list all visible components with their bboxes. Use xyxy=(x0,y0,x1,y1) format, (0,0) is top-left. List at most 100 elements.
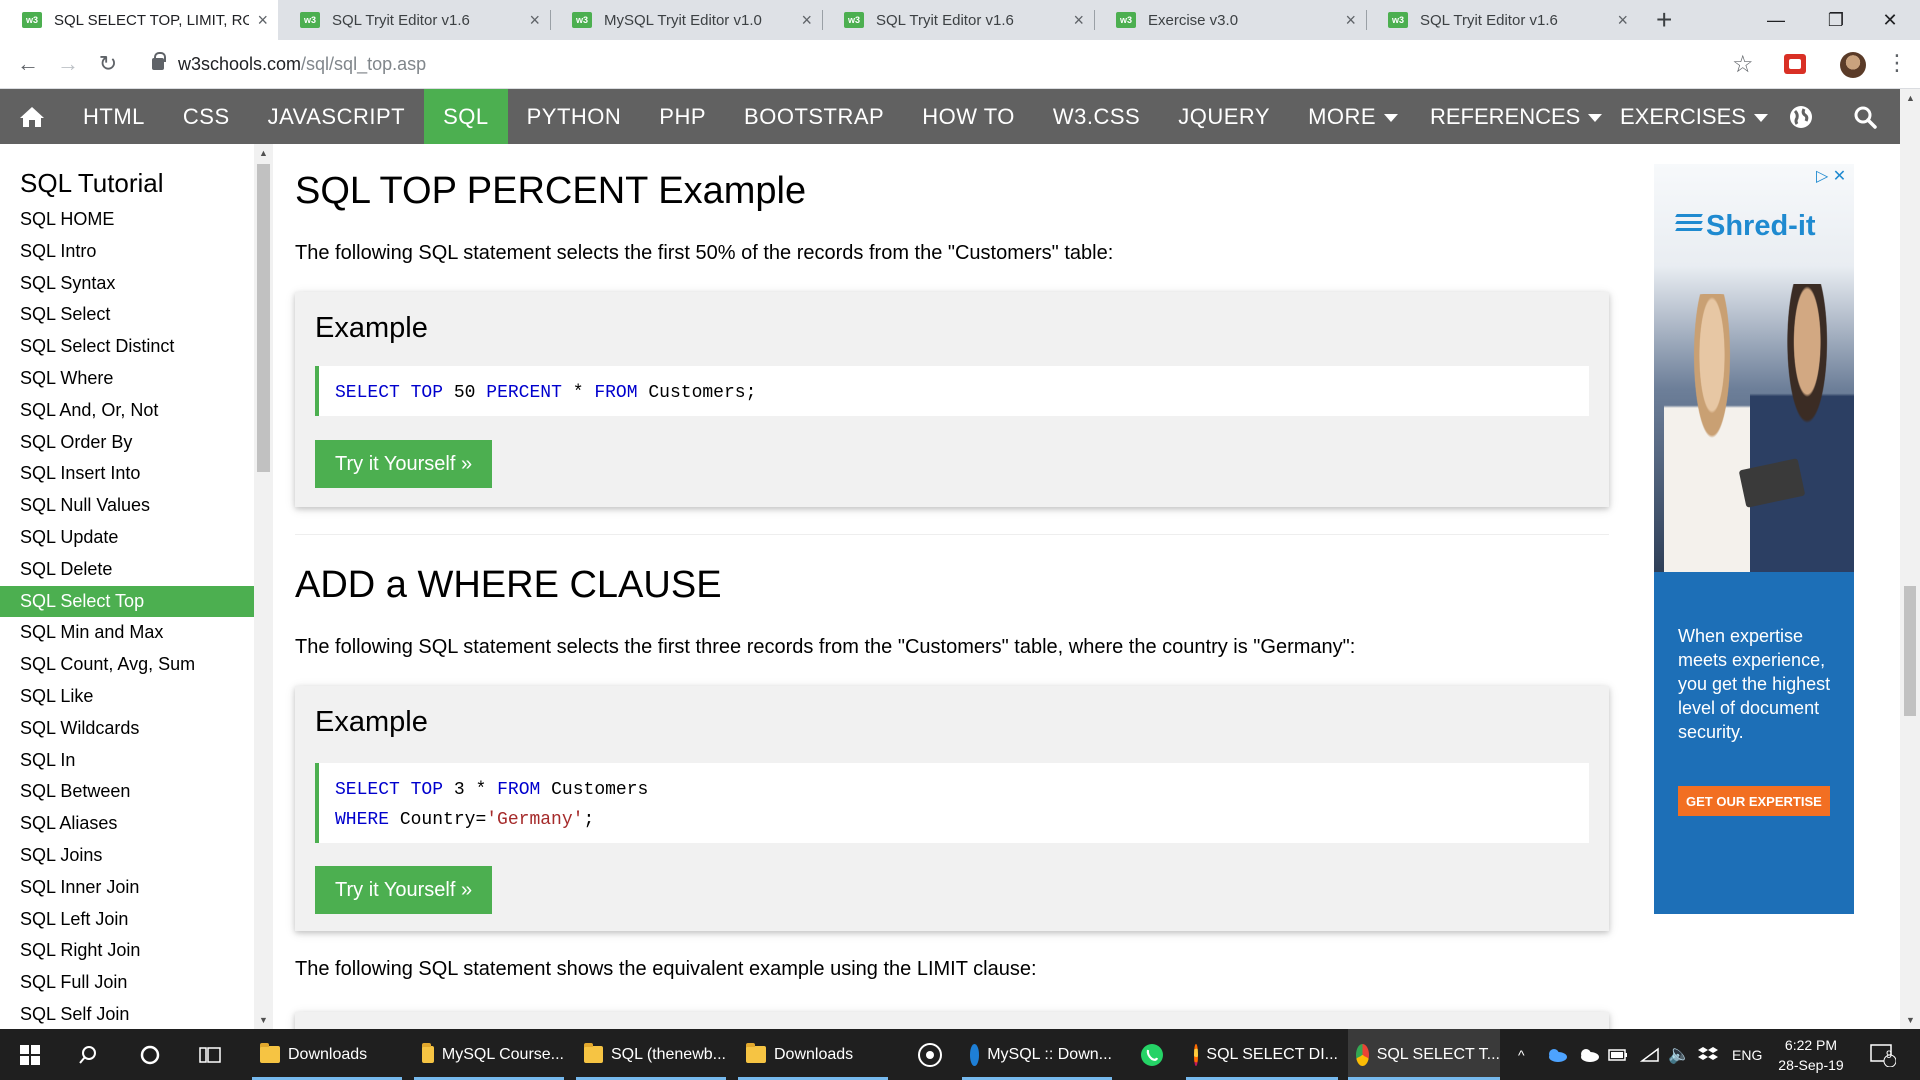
sidebar-item-sql-select-distinct[interactable]: SQL Select Distinct xyxy=(0,331,254,363)
sidebar-item-sql-right-join[interactable]: SQL Right Join xyxy=(0,935,254,967)
address-bar[interactable]: w3schools.com/sql/sql_top.asp xyxy=(140,45,1760,83)
nav-how-to[interactable]: HOW TO xyxy=(903,89,1034,144)
browser-tab[interactable]: w3 MySQL Tryit Editor v1.0 × xyxy=(550,0,822,40)
sidebar-scrollbar[interactable]: ▲ ▼ xyxy=(254,144,273,1029)
sidebar-item-sql-insert-into[interactable]: SQL Insert Into xyxy=(0,458,254,490)
sidebar-item-sql-select-top[interactable]: SQL Select Top xyxy=(0,585,254,618)
browser-tab[interactable]: w3 SQL Tryit Editor v1.6 × xyxy=(1366,0,1638,40)
taskbar-app-downloads[interactable]: Downloads xyxy=(252,1029,402,1080)
nav-more-dropdown[interactable]: MORE xyxy=(1289,89,1417,144)
sidebar-item-sql-min-and-max[interactable]: SQL Min and Max xyxy=(0,617,254,649)
cortana-icon[interactable] xyxy=(122,1029,178,1080)
browser-menu-icon[interactable]: ⋮ xyxy=(1886,50,1908,76)
browser-tab[interactable]: w3 SQL Tryit Editor v1.6 × xyxy=(278,0,550,40)
sidebar-item-sql-and-or-not[interactable]: SQL And, Or, Not xyxy=(0,395,254,427)
sidebar-item-sql-wildcards[interactable]: SQL Wildcards xyxy=(0,713,254,745)
browser-tab[interactable]: w3 SQL Tryit Editor v1.6 × xyxy=(822,0,1094,40)
minimize-window-icon[interactable]: — xyxy=(1746,0,1806,40)
new-tab-icon[interactable]: + xyxy=(1656,4,1672,36)
sidebar-item-sql-where[interactable]: SQL Where xyxy=(0,363,254,395)
try-it-yourself-button[interactable]: Try it Yourself » xyxy=(315,866,493,914)
sidebar-item-sql-intro[interactable]: SQL Intro xyxy=(0,236,254,268)
whatsapp-icon[interactable] xyxy=(1124,1029,1180,1080)
task-view-icon[interactable] xyxy=(182,1029,238,1080)
sidebar-item-sql-aliases[interactable]: SQL Aliases xyxy=(0,808,254,840)
sidebar-item-sql-left-join[interactable]: SQL Left Join xyxy=(0,904,254,936)
show-hidden-icons-icon[interactable]: ^ xyxy=(1518,1029,1525,1080)
nav-sql[interactable]: SQL xyxy=(424,89,508,144)
system-clock[interactable]: 6:22 PM 28-Sep-19 xyxy=(1768,1035,1854,1075)
nav-exercises-dropdown[interactable]: EXERCISES xyxy=(1620,89,1768,144)
scroll-down-arrow-icon[interactable]: ▼ xyxy=(1906,1015,1915,1025)
home-icon[interactable] xyxy=(0,89,64,144)
nav-python[interactable]: PYTHON xyxy=(508,89,641,144)
battery-icon[interactable] xyxy=(1608,1029,1628,1080)
sidebar-item-sql-home[interactable]: SQL HOME xyxy=(0,204,254,236)
nav-bootstrap[interactable]: BOOTSTRAP xyxy=(725,89,903,144)
browser-tab[interactable]: w3 Exercise v3.0 × xyxy=(1094,0,1366,40)
globe-icon[interactable] xyxy=(1789,89,1813,144)
try-it-yourself-button[interactable]: Try it Yourself » xyxy=(315,440,493,488)
scroll-up-arrow-icon[interactable]: ▲ xyxy=(259,148,268,158)
scroll-up-arrow-icon[interactable]: ▲ xyxy=(1906,93,1915,103)
sidebar-item-sql-syntax[interactable]: SQL Syntax xyxy=(0,268,254,300)
nav-php[interactable]: PHP xyxy=(640,89,725,144)
sidebar-item-sql-inner-join[interactable]: SQL Inner Join xyxy=(0,872,254,904)
taskbar-app-downloads[interactable]: Downloads xyxy=(738,1029,888,1080)
sidebar-item-sql-like[interactable]: SQL Like xyxy=(0,681,254,713)
nav-html[interactable]: HTML xyxy=(64,89,164,144)
onedrive-icon[interactable] xyxy=(1546,1029,1568,1080)
dropbox-icon[interactable] xyxy=(1698,1029,1718,1080)
bookmark-star-icon[interactable]: ☆ xyxy=(1732,50,1754,79)
sidebar-item-sql-select[interactable]: SQL Select xyxy=(0,299,254,331)
close-tab-icon[interactable]: × xyxy=(1073,10,1084,31)
forward-arrow-icon[interactable]: → xyxy=(52,48,84,80)
sidebar-item-sql-joins[interactable]: SQL Joins xyxy=(0,840,254,872)
taskbar-app-mysql-course[interactable]: MySQL Course... xyxy=(414,1029,564,1080)
sidebar-item-sql-in[interactable]: SQL In xyxy=(0,745,254,777)
sidebar-item-sql-between[interactable]: SQL Between xyxy=(0,776,254,808)
ad-choices-icon[interactable]: ▷ ✕ xyxy=(1816,166,1846,186)
browser-tab-active[interactable]: w3 SQL SELECT TOP, LIMIT, ROW × xyxy=(0,0,278,40)
taskbar-app-sql-folder[interactable]: SQL (thenewb... xyxy=(576,1029,726,1080)
windows-start-icon[interactable] xyxy=(2,1029,58,1080)
language-indicator[interactable]: ENG xyxy=(1732,1029,1762,1080)
nav-javascript[interactable]: JAVASCRIPT xyxy=(249,89,424,144)
reload-icon[interactable]: ↻ xyxy=(92,48,124,80)
close-window-icon[interactable]: ✕ xyxy=(1860,0,1920,40)
back-arrow-icon[interactable]: ← xyxy=(12,48,44,80)
sidebar-item-sql-self-join[interactable]: SQL Self Join xyxy=(0,999,254,1029)
close-tab-icon[interactable]: × xyxy=(801,10,812,31)
taskbar-app-chrome[interactable]: SQL SELECT T... xyxy=(1348,1029,1500,1080)
media-app-icon[interactable] xyxy=(902,1029,958,1080)
extension-icon[interactable] xyxy=(1784,54,1806,74)
sidebar-item-sql-order-by[interactable]: SQL Order By xyxy=(0,427,254,459)
close-tab-icon[interactable]: × xyxy=(1345,10,1356,31)
close-tab-icon[interactable]: × xyxy=(257,10,268,31)
nav-references-dropdown[interactable]: REFERENCES xyxy=(1430,89,1603,144)
action-center-icon[interactable]: 9 xyxy=(1870,1029,1896,1080)
sidebar-item-sql-count-avg-sum[interactable]: SQL Count, Avg, Sum xyxy=(0,649,254,681)
nav-jquery[interactable]: JQUERY xyxy=(1159,89,1289,144)
taskbar-app-edge[interactable]: MySQL :: Down... xyxy=(962,1029,1112,1080)
volume-icon[interactable]: 🔈 xyxy=(1668,1029,1690,1080)
wifi-icon[interactable] xyxy=(1640,1029,1660,1080)
taskbar-app-firefox[interactable]: SQL SELECT DI... xyxy=(1186,1029,1338,1080)
close-tab-icon[interactable]: × xyxy=(1617,10,1628,31)
search-icon[interactable] xyxy=(60,1029,116,1080)
sidebar-item-sql-update[interactable]: SQL Update xyxy=(0,522,254,554)
page-scrollbar[interactable]: ▲ ▼ xyxy=(1900,89,1920,1029)
sidebar-item-sql-full-join[interactable]: SQL Full Join xyxy=(0,967,254,999)
sidebar-scroll-thumb[interactable] xyxy=(257,164,270,472)
restore-window-icon[interactable]: ❐ xyxy=(1806,0,1866,40)
nav-css[interactable]: CSS xyxy=(164,89,249,144)
sidebar-item-sql-null-values[interactable]: SQL Null Values xyxy=(0,490,254,522)
advertisement[interactable]: Shred-it ▷ ✕ When expertise meets experi… xyxy=(1654,164,1854,914)
nav-w3css[interactable]: W3.CSS xyxy=(1034,89,1159,144)
profile-avatar[interactable] xyxy=(1840,52,1866,78)
sidebar-item-sql-delete[interactable]: SQL Delete xyxy=(0,554,254,586)
page-scroll-thumb[interactable] xyxy=(1904,586,1916,716)
cloud-icon[interactable] xyxy=(1578,1029,1600,1080)
search-icon[interactable] xyxy=(1853,89,1877,144)
scroll-down-arrow-icon[interactable]: ▼ xyxy=(259,1015,268,1025)
